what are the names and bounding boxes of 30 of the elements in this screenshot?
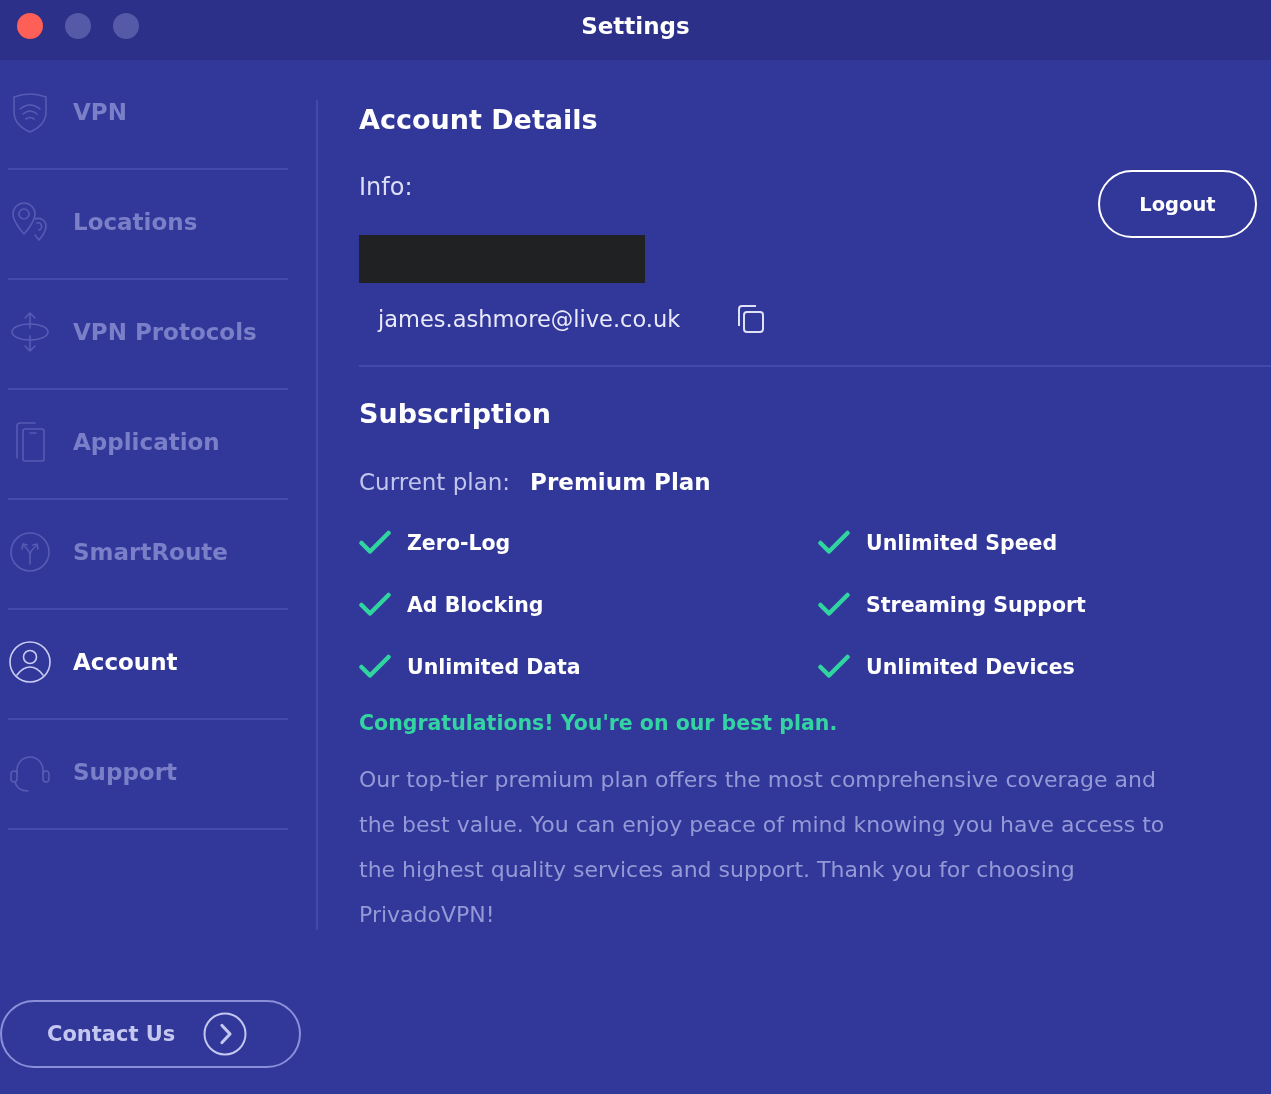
plan-description: Our top-tier premium plan offers the most comprehensive coverage and the best value. You can enjoy peace of mind knowing you have access to the highest quality services and support. Thank you for choosing PrivadoVPN! bbox=[359, 766, 1166, 929]
feature-label: Zero-Log bbox=[407, 530, 511, 556]
email-text: james.ashmore@live.co.uk bbox=[378, 305, 681, 333]
plan-label: Current plan: bbox=[359, 468, 511, 497]
close-button[interactable] bbox=[17, 13, 43, 39]
sidebar-item[interactable]: SmartRoute bbox=[8, 500, 288, 610]
route-icon bbox=[8, 530, 52, 574]
disc-arrows-icon bbox=[8, 310, 52, 354]
copy-icon[interactable] bbox=[735, 304, 766, 334]
sidebar-item[interactable]: Application bbox=[8, 390, 288, 500]
feature-label: Unlimited Speed bbox=[866, 530, 1058, 556]
sidebar-item[interactable]: Locations bbox=[8, 170, 288, 280]
window-title: Settings bbox=[581, 12, 690, 40]
feature-label: Unlimited Devices bbox=[866, 654, 1075, 680]
contact-us-button[interactable]: Contact Us bbox=[0, 1000, 301, 1068]
logout-button[interactable]: Logout bbox=[1098, 170, 1257, 238]
section-heading: Subscription bbox=[359, 398, 552, 430]
sidebar-item[interactable]: Account bbox=[8, 610, 288, 720]
feature-label: Ad Blocking bbox=[407, 592, 544, 618]
chevron-right-icon bbox=[203, 1012, 248, 1056]
section-heading: Account Details bbox=[359, 104, 598, 136]
sidebar-item[interactable]: VPN Protocols bbox=[8, 280, 288, 390]
info-label: Info: bbox=[359, 173, 413, 201]
feature-label: Streaming Support bbox=[866, 592, 1086, 618]
sidebar-item[interactable]: VPN bbox=[8, 60, 288, 170]
plan-name: Premium Plan bbox=[530, 468, 711, 497]
feature-label: Unlimited Data bbox=[407, 654, 581, 680]
user-icon bbox=[8, 640, 52, 684]
congrats-message: Congratulations! You're on our best plan. bbox=[359, 710, 839, 737]
sidebar-item[interactable]: Support bbox=[8, 720, 288, 830]
